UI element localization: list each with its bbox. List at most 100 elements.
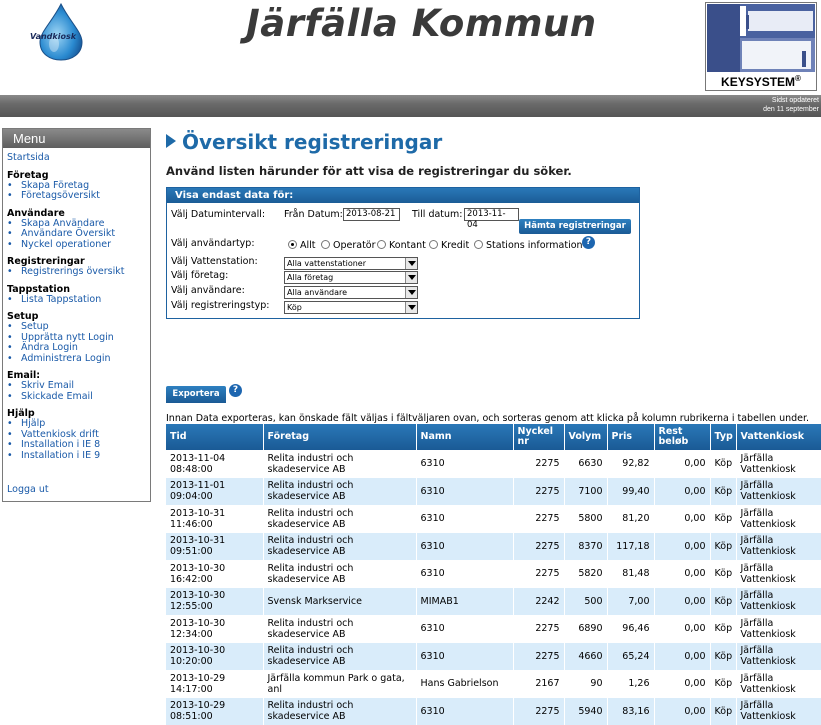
menu-link-label: Installation i IE 9	[21, 450, 100, 461]
water-station-label: Välj Vattenstation:	[171, 256, 258, 267]
menu-link[interactable]: •Skickade Email	[3, 392, 150, 403]
table-cell: 0,00	[654, 560, 710, 588]
table-cell: Relita industri och skadeservice AB	[263, 698, 416, 725]
page-title: Översikt registreringar	[166, 130, 442, 154]
table-cell: Järfälla Vattenkiosk	[736, 560, 821, 588]
table-cell: 7,00	[607, 588, 654, 616]
company-label: Välj företag:	[171, 270, 228, 281]
table-cell: 500	[564, 588, 607, 616]
menu-link[interactable]: •Företagsöversikt	[3, 191, 150, 202]
radio-circle	[429, 240, 438, 249]
export-button[interactable]: Exportera	[166, 386, 226, 403]
logo-text: Vandkiosk	[30, 32, 76, 41]
menu-link-label: Skriv Email	[21, 380, 74, 391]
menu-link-label: Administrera Login	[21, 353, 111, 364]
menu-link-label: Lista Tappstation	[21, 294, 101, 305]
from-date-input[interactable]: 2013-08-21	[343, 208, 400, 221]
menu-link-label: Upprätta nytt Login	[21, 332, 114, 343]
menu-link-start[interactable]: Startsida	[3, 153, 150, 164]
menu-link[interactable]: •Installation i IE 9	[3, 451, 150, 462]
table-cell: 0,00	[654, 588, 710, 616]
table-cell: Köp	[710, 698, 736, 725]
header: Vandkiosk Järfälla Kommun KEYSYSTEM®	[0, 0, 821, 95]
table-cell: 5800	[564, 505, 607, 533]
table-row: 2013-10-30 10:20:00Relita industri och s…	[166, 643, 821, 671]
table-cell: Järfälla Vattenkiosk	[736, 615, 821, 643]
date-interval-label: Välj Datumintervall:	[171, 209, 265, 220]
water-station-select[interactable]: Alla vattenstationer	[284, 257, 418, 270]
column-header-vattenkiosk[interactable]: Vattenkiosk	[736, 424, 821, 450]
table-row: 2013-10-29 08:51:00Relita industri och s…	[166, 698, 821, 725]
table-cell: Järfälla kommun Park o gata, anl	[263, 670, 416, 698]
table-cell: 2013-10-30 10:20:00	[166, 643, 263, 671]
table-cell: 2013-10-31 09:51:00	[166, 533, 263, 561]
table-cell: Köp	[710, 505, 736, 533]
table-cell: 117,18	[607, 533, 654, 561]
table-cell: 2275	[513, 533, 564, 561]
menu-link-label: Ändra Login	[21, 342, 78, 353]
export-help-icon[interactable]: ?	[229, 384, 242, 397]
bullet-icon: •	[7, 240, 21, 251]
table-cell: 2275	[513, 615, 564, 643]
menu-link-label: Skickade Email	[21, 391, 93, 402]
chevron-down-icon	[405, 258, 417, 269]
column-header-namn[interactable]: Namn	[416, 424, 513, 450]
bullet-icon: •	[7, 229, 21, 240]
menu-link-label: Nyckel operationer	[21, 239, 111, 250]
menu-link[interactable]: •Administrera Login	[3, 354, 150, 365]
table-cell: 2275	[513, 643, 564, 671]
table-cell: 2013-11-01 09:04:00	[166, 478, 263, 506]
top-bar	[0, 95, 821, 117]
table-cell: 2275	[513, 450, 564, 478]
radio-circle	[474, 240, 483, 249]
column-header-tid[interactable]: Tid	[166, 424, 263, 450]
logout-link[interactable]: Logga ut	[7, 485, 49, 496]
menu-link-label: Hjälp	[21, 418, 45, 429]
to-date-input[interactable]: 2013-11-04	[464, 208, 519, 221]
table-cell: 2013-10-30 12:34:00	[166, 615, 263, 643]
bullet-icon: •	[7, 295, 21, 306]
table-cell: 6310	[416, 643, 513, 671]
table-row: 2013-10-31 11:46:00Relita industri och s…	[166, 505, 821, 533]
table-cell: 2167	[513, 670, 564, 698]
column-header-foretag[interactable]: Företag	[263, 424, 416, 450]
table-cell: 92,82	[607, 450, 654, 478]
menu-link-label: Setup	[21, 321, 49, 332]
table-cell: Järfälla Vattenkiosk	[736, 698, 821, 725]
column-header-volym[interactable]: Volym	[564, 424, 607, 450]
radio-kontant[interactable]: Kontant	[377, 240, 426, 251]
table-cell: Köp	[710, 533, 736, 561]
table-cell: 0,00	[654, 670, 710, 698]
registrations-table: Tid Företag Namn Nyckel nr Volym Pris Re…	[166, 424, 821, 725]
radio-stations-information[interactable]: Stations information	[474, 240, 583, 251]
column-header-typ[interactable]: Typ	[710, 424, 736, 450]
menu-link[interactable]: •Registrerings översikt	[3, 267, 150, 278]
help-icon[interactable]: ?	[582, 236, 595, 249]
table-cell: 81,48	[607, 560, 654, 588]
bullet-icon: •	[7, 354, 21, 365]
radio-kredit[interactable]: Kredit	[429, 240, 469, 251]
registration-type-select[interactable]: Köp	[284, 301, 418, 314]
table-cell: Järfälla Vattenkiosk	[736, 533, 821, 561]
column-header-rest-belob[interactable]: Rest beløb	[654, 424, 710, 450]
user-select[interactable]: Alla användare	[284, 286, 418, 299]
radio-allt[interactable]: Allt	[288, 240, 316, 251]
table-cell: 2013-11-04 08:48:00	[166, 450, 263, 478]
table-cell: 2242	[513, 588, 564, 616]
column-header-pris[interactable]: Pris	[607, 424, 654, 450]
column-header-nyckel-nr[interactable]: Nyckel nr	[513, 424, 564, 450]
menu-link-label: Vattenkiosk drift	[21, 429, 99, 440]
table-cell: Köp	[710, 478, 736, 506]
menu-link[interactable]: •Nyckel operationer	[3, 240, 150, 251]
radio-operator[interactable]: Operatör	[321, 240, 376, 251]
menu-link-label: Företagsöversikt	[21, 190, 100, 201]
company-select[interactable]: Alla företag	[284, 271, 418, 284]
keysystem-logo-icon	[706, 3, 816, 73]
table-cell: 5820	[564, 560, 607, 588]
menu-link[interactable]: •Lista Tappstation	[3, 295, 150, 306]
table-cell: Järfälla Vattenkiosk	[736, 670, 821, 698]
bullet-icon: •	[7, 322, 21, 333]
fetch-registrations-button[interactable]: Hämta registreringar	[519, 219, 631, 234]
table-cell: Relita industri och skadeservice AB	[263, 533, 416, 561]
table-cell: 4660	[564, 643, 607, 671]
